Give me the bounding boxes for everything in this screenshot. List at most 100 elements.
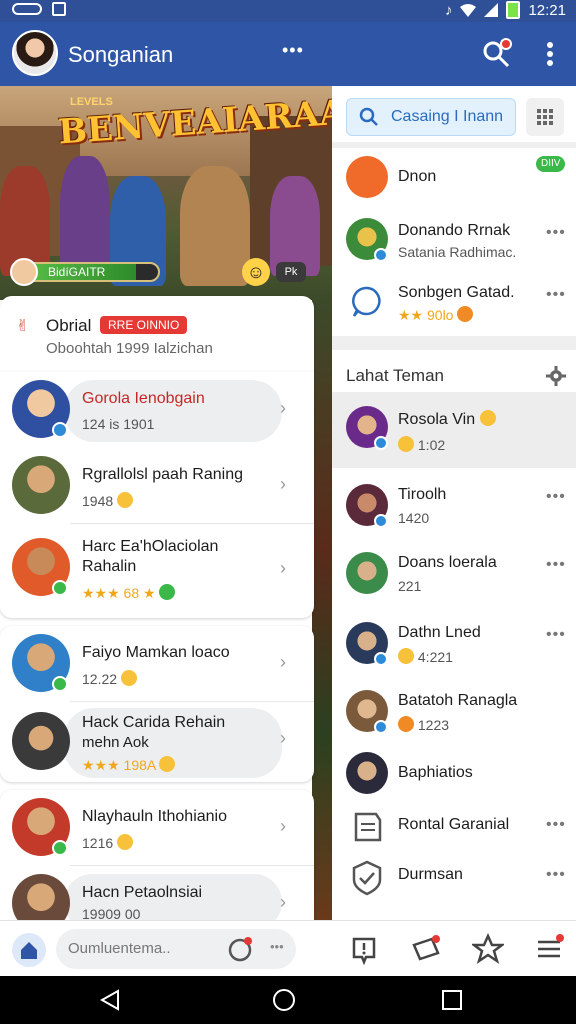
progress-label: BidíGAITR [48,265,106,279]
more-icon[interactable]: ••• [546,866,566,884]
contact-row[interactable]: Nlayhauln Ithohianio 1216 › [0,790,314,866]
background-art-strip [312,300,332,920]
avatar [12,712,70,770]
alert-icon[interactable] [348,933,380,965]
gear-icon[interactable] [546,366,566,386]
more-icon[interactable]: ••• [546,488,566,506]
grid-view-button[interactable] [526,98,564,136]
list-item-title: Dnon [398,168,437,185]
divider [332,336,576,350]
messages-icon[interactable] [410,933,442,965]
more-options-inline[interactable]: ••• [282,40,304,61]
verified-badge-icon [52,422,68,438]
back-icon[interactable] [98,988,122,1012]
friend-item[interactable]: Batatoh Ranagla 1223 [332,678,576,746]
contact-row[interactable]: Harc Ea'hOlaciolan Rahalin ★★★ 68 ★ › [0,524,314,614]
emoji-icon [457,306,474,322]
meta-text: 1948 [82,493,114,509]
friend-meta-text: 1:02 [417,437,446,453]
chat-icon[interactable] [226,935,254,963]
friend-item[interactable]: Dathn Lned 4:221 ••• [332,610,576,678]
notification-card[interactable]: ✌ Obrial RRE OINNIO Oboohtah 1999 Ialzic… [0,296,314,372]
compose-field[interactable]: Oumluentema.. ••• [56,929,296,969]
more-icon[interactable]: ••• [546,816,566,834]
contact-name: Hacn Petaolnsiai [82,884,203,901]
more-icon[interactable]: ••• [270,939,284,954]
search-button[interactable] [480,38,512,70]
online-badge-icon [52,840,68,856]
contact-row[interactable]: Gorola Ienobgain 124 is 1901 › [0,372,314,448]
heart-icon [398,716,414,732]
banner-tag[interactable]: Pk [276,262,306,282]
emoji-icon [398,648,414,664]
notification-pill-icon [12,3,42,15]
profile-avatar[interactable] [12,30,58,76]
contact-name: Faiyo Mamkan loaco [82,644,230,661]
chevron-right-icon: › [280,892,286,912]
chevron-right-icon: › [280,816,286,836]
left-panel: ✌ Obrial RRE OINNIO Oboohtah 1999 Ialzic… [0,296,314,932]
friend-item[interactable]: Durmsan ••• [332,846,576,902]
wifi-icon [460,4,477,17]
list-item[interactable]: Dnon DIIV [332,146,576,210]
menu-icon[interactable] [534,933,566,965]
list-item[interactable]: Donando Rrnak Satania Radhimac. ••• [332,208,576,272]
contact-row[interactable]: Faiyo Mamkan loaco 12.22 › [0,626,314,702]
smile-icon: ☺ [246,262,266,282]
avatar [346,552,388,594]
overflow-menu-button[interactable] [540,38,560,70]
friend-item[interactable]: Baphiatios [332,744,576,800]
friend-meta-text: 1223 [417,717,450,733]
more-icon[interactable]: ••• [546,556,566,574]
list-item[interactable]: Sonbgen Gatad. ★★ 90lo ••• [332,270,576,334]
emoji-reaction-button[interactable]: ☺ [242,258,270,286]
notification-pill: RRE OINNIO [100,316,188,334]
friend-name: Rosola Vin [398,410,496,429]
home-button[interactable] [12,933,46,967]
search-field[interactable]: Casaing I Inann [346,98,516,136]
game-banner[interactable]: LEVELS BENVEAIARAA! BidíGAITR ☺ Pk [0,86,332,300]
recents-icon[interactable] [440,988,464,1012]
friend-item[interactable]: Rontal Garanial ••• [332,796,576,852]
more-icon[interactable]: ••• [546,626,566,644]
contact-meta: 1216 [82,834,134,851]
contact-group-card: Nlayhauln Ithohianio 1216 › Hacn Petaoln… [0,790,314,932]
right-panel: Casaing I Inann Dnon DIIV Donando Rrnak … [332,86,576,920]
signal-icon [484,3,499,17]
contact-row[interactable]: Hacn Petaolnsiai 19909 00 › [0,866,314,932]
notification-subtitle: Oboohtah 1999 Ialzichan [46,340,213,357]
battery-icon [506,1,521,19]
online-badge-icon [52,676,68,692]
emoji-icon [159,756,176,772]
home-nav-icon[interactable] [272,988,296,1012]
grid-icon [537,109,553,125]
rating-stars: ★★★ 198A [82,757,156,773]
status-time: 12:21 [528,1,566,19]
contact-name: Nlayhauln Ithohianio [82,808,227,825]
more-icon[interactable]: ••• [546,286,566,304]
contact-group-card: Faiyo Mamkan loaco 12.22 › Hack Carida R… [0,626,314,782]
more-icon[interactable]: ••• [546,224,566,242]
friend-item[interactable]: Doans loerala 221 ••• [332,540,576,608]
friend-item[interactable]: Rosola Vin 1:02 [332,392,576,468]
notification-name: Obrial [46,316,92,335]
avatar [346,752,388,794]
friend-name: Durmsan [398,866,463,883]
search-placeholder: Casaing I Inann [391,108,504,125]
star-icon[interactable] [472,933,504,965]
rating-stars: ★★★ 68 ★ [82,585,156,601]
contact-row[interactable]: Rgrallolsl paah Raning 1948 › [0,448,314,524]
chevron-right-icon: › [280,398,286,418]
emoji-icon [117,834,134,850]
chevron-right-icon: › [280,652,286,672]
contact-row[interactable]: Hack Carida Rehain mehn Aok ★★★ 198A › [0,702,314,782]
friend-name: Batatoh Ranagla [398,692,518,709]
avatar [12,456,70,514]
friend-item[interactable]: Tiroolh 1420 ••• [332,472,576,540]
friend-meta-text: 4:221 [417,649,453,665]
contact-group-card: Gorola Ienobgain 124 is 1901 › Rgrallols… [0,372,314,618]
emoji-icon [479,410,496,426]
emoji-icon [159,584,176,600]
player-avatar [10,258,38,286]
chevron-right-icon: › [280,728,286,748]
